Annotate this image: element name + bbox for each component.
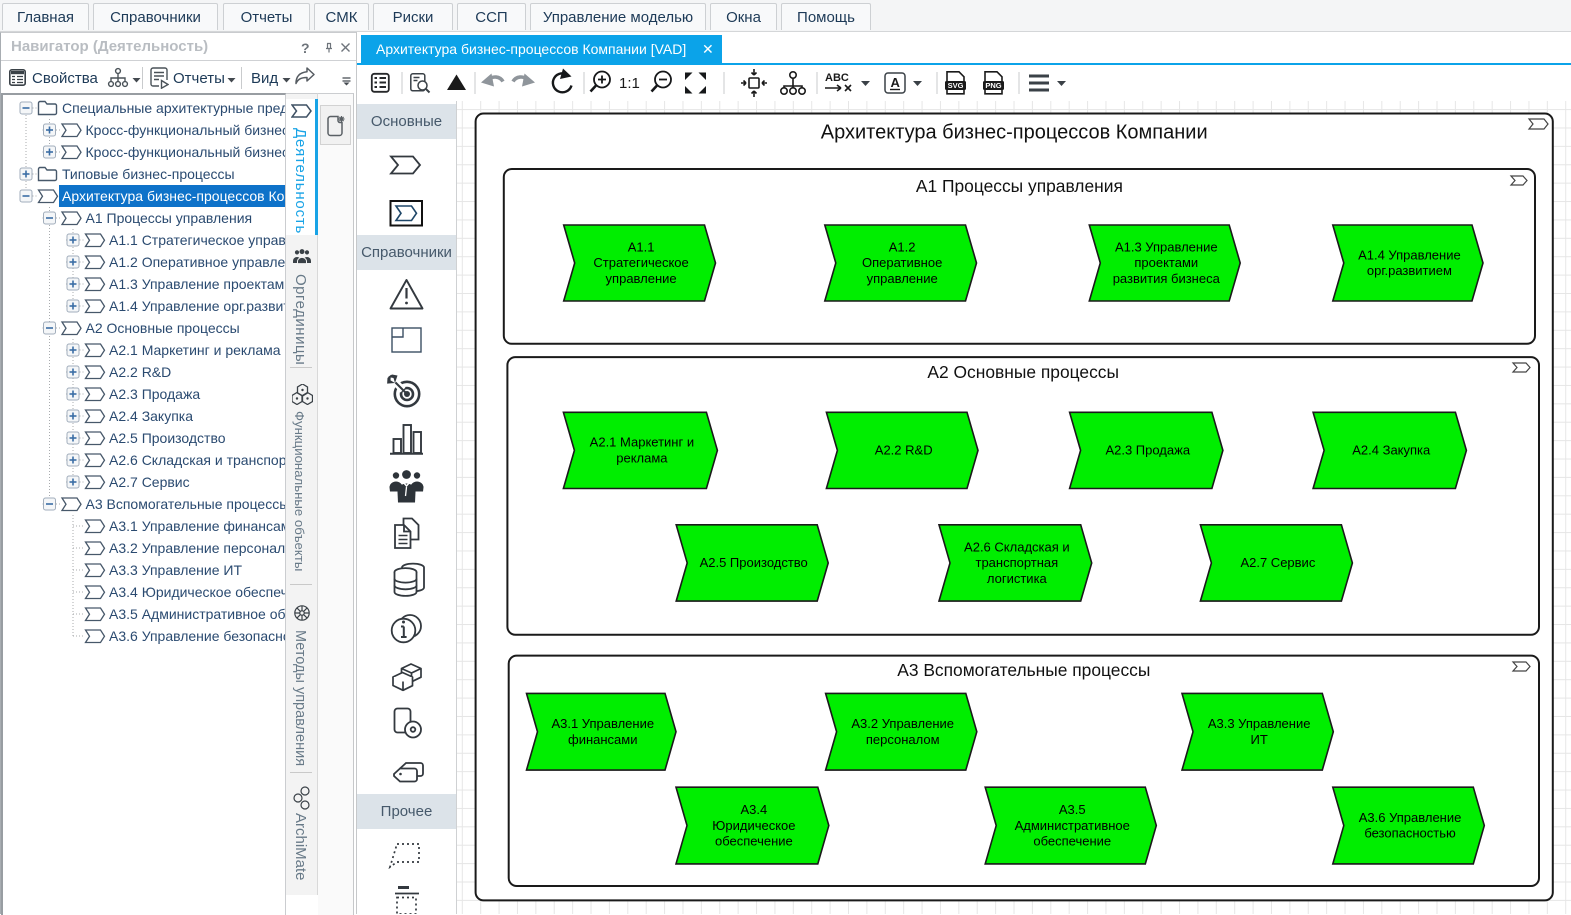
svg-text:А3.3 Управление ИТ: А3.3 Управление ИТ <box>109 562 242 578</box>
svg-text:А3.4 Юридическое обеспечение: А3.4 Юридическое обеспечение <box>109 584 286 600</box>
svg-text:А2.5 Произодство: А2.5 Произодство <box>700 555 808 570</box>
svg-text:А3.1 Управление: А3.1 Управление <box>551 716 654 731</box>
svg-text:А3.6 Управление: А3.6 Управление <box>1359 810 1462 825</box>
svg-text:Юридическое: Юридическое <box>712 818 795 833</box>
svg-text:обеспечение: обеспечение <box>1033 834 1111 849</box>
svg-text:А2.2 R&D: А2.2 R&D <box>109 364 171 380</box>
svg-text:Административное: Административное <box>1015 818 1130 833</box>
svg-text:ИТ: ИТ <box>1251 732 1268 747</box>
svg-text:безопасностью: безопасностью <box>1364 826 1456 841</box>
svg-text:А2.1 Маркетинг и: А2.1 Маркетинг и <box>590 435 694 450</box>
svg-text:Типовые бизнес-процессы: Типовые бизнес-процессы <box>62 166 235 182</box>
svg-text:А2.4 Закупка: А2.4 Закупка <box>109 408 193 424</box>
svg-text:А2 Основные процессы: А2 Основные процессы <box>86 320 240 336</box>
svg-text:А3 Вспомогательные процессы: А3 Вспомогательные процессы <box>86 496 287 512</box>
svg-text:обеспечение: обеспечение <box>715 834 793 849</box>
svg-text:А1.2 Оперативное управление: А1.2 Оперативное управление <box>109 254 286 270</box>
svg-text:А2.7 Сервис: А2.7 Сервис <box>1240 555 1315 570</box>
svg-text:А3.3 Управление: А3.3 Управление <box>1208 716 1311 731</box>
svg-text:А3.5: А3.5 <box>1059 802 1086 817</box>
svg-text:А2.2 R&D: А2.2 R&D <box>875 443 933 458</box>
svg-text:А2.5 Произодство: А2.5 Произодство <box>109 430 226 446</box>
svg-text:развития бизнеса: развития бизнеса <box>1113 271 1221 286</box>
svg-text:А2 Основные процессы: А2 Основные процессы <box>927 362 1119 382</box>
svg-text:А3 Вспомогательные процессы: А3 Вспомогательные процессы <box>897 660 1150 680</box>
svg-text:орг.развитием: орг.развитием <box>1367 263 1452 278</box>
svg-text:финансами: финансами <box>568 732 637 747</box>
svg-text:А3.4: А3.4 <box>741 802 768 817</box>
svg-text:А1 Процессы управления: А1 Процессы управления <box>916 176 1123 196</box>
svg-text:А3.2 Управление персоналом: А3.2 Управление персоналом <box>109 540 286 556</box>
svg-text:А3.5 Административное обеспече: А3.5 Административное обеспечение <box>109 606 286 622</box>
svg-text:персоналом: персоналом <box>866 732 940 747</box>
svg-text:А3.1 Управление финансами: А3.1 Управление финансами <box>109 518 286 534</box>
svg-text:управление: управление <box>867 271 938 286</box>
svg-text:SVG: SVG <box>948 81 964 90</box>
svg-text:логистика: логистика <box>987 571 1048 586</box>
svg-text:1:1: 1:1 <box>619 75 640 92</box>
svg-text:А2.6 Складская и транспортная: А2.6 Складская и транспортная логистика <box>109 452 286 468</box>
svg-text:А1.4 Управление: А1.4 Управление <box>1358 247 1461 262</box>
svg-text:А1.3 Управление: А1.3 Управление <box>1115 239 1218 254</box>
svg-text:А1.1 Стратегическое управление: А1.1 Стратегическое управление <box>109 232 286 248</box>
svg-text:А2.6 Складская и: А2.6 Складская и <box>964 539 1070 554</box>
svg-text:Стратегическое: Стратегическое <box>593 255 688 270</box>
svg-text:реклама: реклама <box>616 451 668 466</box>
svg-text:ABC: ABC <box>825 72 849 84</box>
svg-text:А1.4 Управление орг.развитием: А1.4 Управление орг.развитием <box>109 298 286 314</box>
svg-text:А2.3 Продажа: А2.3 Продажа <box>109 386 200 402</box>
svg-text:А2.4 Закупка: А2.4 Закупка <box>1352 443 1431 458</box>
svg-text:А3.2 Управление: А3.2 Управление <box>851 716 954 731</box>
svg-text:Кросс-функциональный бизнес-пр: Кросс-функциональный бизнес-процесс <box>86 122 287 138</box>
svg-text:А2.1 Маркетинг и реклама: А2.1 Маркетинг и реклама <box>109 342 281 358</box>
svg-text:А1.3 Управление проектами разв: А1.3 Управление проектами развития бизне… <box>109 276 286 292</box>
svg-text:А2.7 Сервис: А2.7 Сервис <box>109 474 190 490</box>
svg-text:управление: управление <box>606 271 677 286</box>
svg-text:Оперативное: Оперативное <box>862 255 942 270</box>
svg-text:А1.2: А1.2 <box>889 239 916 254</box>
svg-text:А1 Процессы управления: А1 Процессы управления <box>86 210 253 226</box>
svg-text:PNG: PNG <box>985 81 1001 90</box>
svg-text:Специальные архитектурные пред: Специальные архитектурные представления <box>62 100 286 116</box>
svg-text:A: A <box>891 75 901 90</box>
svg-text:Кросс-функциональный бизнес-пр: Кросс-функциональный бизнес-процесс <box>86 144 287 160</box>
svg-text:транспортная: транспортная <box>975 555 1058 570</box>
svg-text:А1.1: А1.1 <box>628 239 655 254</box>
svg-text:А2.3 Продажа: А2.3 Продажа <box>1105 443 1190 458</box>
svg-text:Архитектура бизнес-процессов К: Архитектура бизнес-процессов Компании <box>62 188 286 204</box>
svg-text:проектами: проектами <box>1134 255 1198 270</box>
svg-text:Архитектура бизнес-процессов К: Архитектура бизнес-процессов Компании <box>821 122 1208 144</box>
svg-text:А3.6 Управление безопасностью: А3.6 Управление безопасностью <box>109 628 286 644</box>
